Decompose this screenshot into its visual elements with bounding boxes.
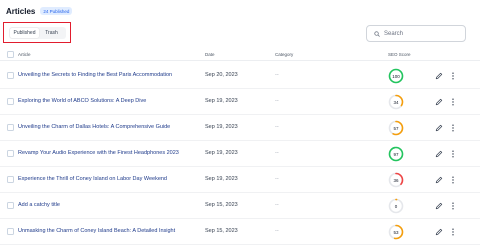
article-date: Sep 19, 2023: [205, 150, 238, 156]
table-header: Article Date Category SEO Score: [0, 49, 480, 61]
article-category: --: [275, 228, 279, 234]
seo-score-value: 57: [393, 125, 399, 131]
table-row[interactable]: Unmasking the Charm of Coney Island Beac…: [0, 219, 480, 245]
edit-icon[interactable]: [435, 124, 443, 132]
article-date: Sep 19, 2023: [205, 98, 238, 104]
tab-highlight-box: Published Trash: [3, 22, 71, 43]
more-options-icon[interactable]: [451, 150, 455, 158]
article-date: Sep 15, 2023: [205, 228, 238, 234]
article-title[interactable]: Exploring the World of ABCO Solutions: A…: [18, 98, 146, 104]
article-category: --: [275, 98, 279, 104]
tab-trash[interactable]: Trash: [39, 28, 64, 38]
more-options-icon[interactable]: [451, 202, 455, 210]
column-seo-score: SEO Score: [388, 52, 411, 57]
row-checkbox[interactable]: [7, 124, 14, 131]
article-title[interactable]: Unveiling the Secrets to Finding the Bes…: [18, 72, 172, 78]
more-options-icon[interactable]: [451, 72, 455, 80]
seo-score-ring: 53: [388, 224, 404, 240]
edit-icon[interactable]: [435, 98, 443, 106]
seo-score-ring: 0: [388, 198, 404, 214]
seo-score-ring: 36: [388, 172, 404, 188]
table-row[interactable]: Unveiling the Secrets to Finding the Bes…: [0, 63, 480, 89]
search-icon: [374, 30, 380, 37]
table-row[interactable]: Revamp Your Audio Experience with the Fi…: [0, 141, 480, 167]
seo-score-ring: 100: [388, 68, 404, 84]
row-checkbox[interactable]: [7, 72, 14, 79]
article-date: Sep 20, 2023: [205, 72, 238, 78]
search-placeholder: Search: [384, 30, 404, 37]
page-title: Articles: [6, 6, 36, 16]
seo-score-ring: 34: [388, 94, 404, 110]
table-row[interactable]: Exploring the World of ABCO Solutions: A…: [0, 89, 480, 115]
article-title[interactable]: Experience the Thrill of Coney Island on…: [18, 176, 167, 182]
row-checkbox[interactable]: [7, 150, 14, 157]
page-header: Articles 24 Published: [6, 5, 73, 17]
article-title[interactable]: Unveiling the Charm of Dallas Hotels: A …: [18, 124, 170, 130]
more-options-icon[interactable]: [451, 176, 455, 184]
article-category: --: [275, 176, 279, 182]
seo-score-ring: 97: [388, 146, 404, 162]
article-category: --: [275, 202, 279, 208]
row-checkbox[interactable]: [7, 98, 14, 105]
article-date: Sep 19, 2023: [205, 176, 238, 182]
row-checkbox[interactable]: [7, 228, 14, 235]
article-category: --: [275, 124, 279, 130]
seo-score-ring: 57: [388, 120, 404, 136]
column-article: Article: [18, 52, 31, 57]
status-tabs: Published Trash: [9, 27, 66, 39]
seo-score-value: 97: [393, 151, 399, 157]
article-title[interactable]: Revamp Your Audio Experience with the Fi…: [18, 150, 179, 156]
seo-score-value: 53: [393, 229, 399, 235]
edit-icon[interactable]: [435, 150, 443, 158]
seo-score-value: 0: [394, 203, 398, 209]
edit-icon[interactable]: [435, 228, 443, 236]
more-options-icon[interactable]: [451, 124, 455, 132]
edit-icon[interactable]: [435, 176, 443, 184]
tab-published[interactable]: Published: [10, 28, 39, 38]
article-title[interactable]: Unmasking the Charm of Coney Island Beac…: [18, 228, 175, 234]
seo-score-value: 36: [393, 177, 399, 183]
table-row[interactable]: Unveiling the Charm of Dallas Hotels: A …: [0, 115, 480, 141]
select-all-checkbox[interactable]: [7, 51, 14, 58]
edit-icon[interactable]: [435, 72, 443, 80]
row-checkbox[interactable]: [7, 202, 14, 209]
table-row[interactable]: Add a catchy title Sep 15, 2023 -- 0: [0, 193, 480, 219]
search-input[interactable]: Search: [366, 25, 466, 42]
seo-score-value: 34: [393, 99, 399, 105]
article-date: Sep 15, 2023: [205, 202, 238, 208]
table-row[interactable]: Experience the Thrill of Coney Island on…: [0, 167, 480, 193]
edit-icon[interactable]: [435, 202, 443, 210]
column-date: Date: [205, 52, 215, 57]
more-options-icon[interactable]: [451, 228, 455, 236]
seo-score-value: 100: [392, 73, 400, 79]
row-checkbox[interactable]: [7, 176, 14, 183]
article-category: --: [275, 72, 279, 78]
published-count-badge: 24 Published: [40, 7, 73, 15]
more-options-icon[interactable]: [451, 98, 455, 106]
column-category: Category: [275, 52, 294, 57]
article-title[interactable]: Add a catchy title: [18, 202, 60, 208]
article-date: Sep 19, 2023: [205, 124, 238, 130]
article-category: --: [275, 150, 279, 156]
